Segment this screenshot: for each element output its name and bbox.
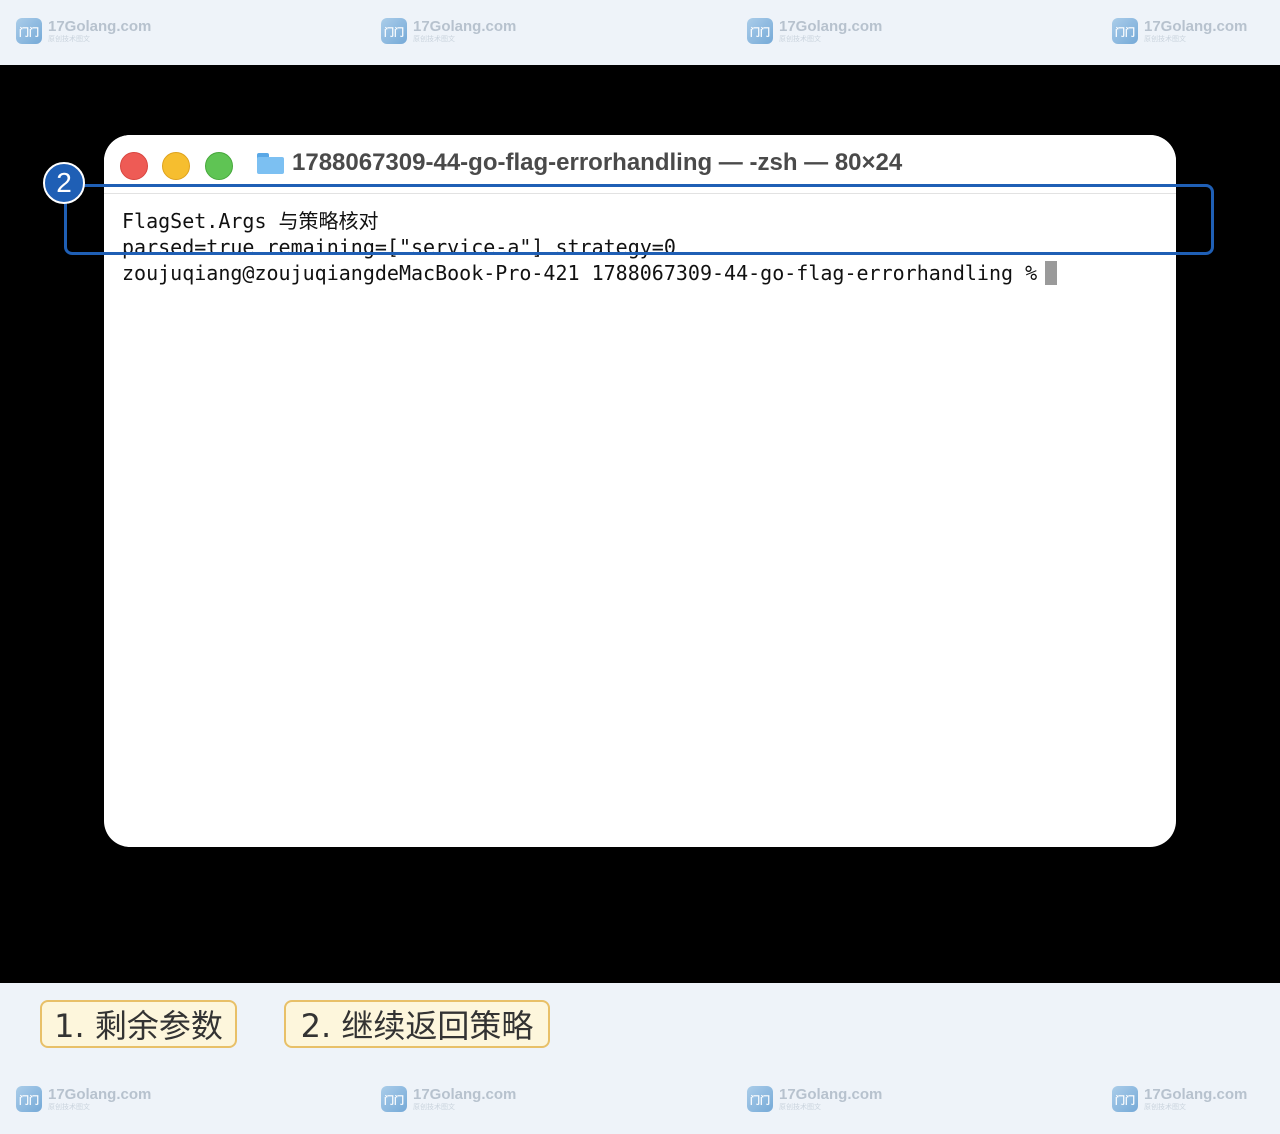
annotation-highlight-box (64, 184, 1214, 255)
window-title: 1788067309-44-go-flag-errorhandling — -z… (292, 149, 903, 176)
watermark-tagline: 原创技术图文 (779, 35, 821, 43)
watermark-name: 17Golang.com (48, 18, 152, 35)
watermark-tagline: 原创技术图文 (1144, 1103, 1186, 1111)
watermark: 门门 17Golang.com 原创技术图文 (1112, 1086, 1247, 1112)
watermark-bar-top: 门门 17Golang.com 原创技术图文 门门 17Golang.com 原创技… (0, 0, 1280, 65)
watermark-name: 17Golang.com (779, 1086, 883, 1103)
watermark-logo-icon: 门门 (16, 18, 42, 44)
watermark-logo-icon: 门门 (747, 1086, 773, 1112)
watermark: 门门 17Golang.com 原创技术图文 (16, 18, 151, 44)
watermark-tagline: 原创技术图文 (48, 35, 90, 43)
watermark: 门门 17Golang.com 原创技术图文 (747, 1086, 882, 1112)
watermark-tagline: 原创技术图文 (413, 1103, 455, 1111)
watermark: 门门 17Golang.com 原创技术图文 (747, 18, 882, 44)
screenshot-stage: 1788067309-44-go-flag-errorhandling — -z… (0, 65, 1280, 983)
watermark-logo-icon: 门门 (1112, 18, 1138, 44)
text-cursor (1045, 261, 1058, 285)
watermark-logo-icon: 门门 (1112, 1086, 1138, 1112)
watermark: 门门 17Golang.com 原创技术图文 (16, 1086, 151, 1112)
watermark-name: 17Golang.com (48, 1086, 152, 1103)
minimize-window-button[interactable] (162, 152, 190, 180)
watermark-logo-icon: 门门 (747, 18, 773, 44)
watermark-name: 17Golang.com (413, 18, 517, 35)
watermark-logo-icon: 门门 (381, 18, 407, 44)
step-label: 2. 继续返回策略 (284, 1000, 550, 1048)
folder-icon (257, 153, 284, 174)
watermark-name: 17Golang.com (1144, 1086, 1248, 1103)
watermark: 门门 17Golang.com 原创技术图文 (381, 18, 516, 44)
close-window-button[interactable] (120, 152, 148, 180)
terminal-prompt-line: zoujuqiang@zoujuqiangdeMacBook-Pro-421 1… (122, 260, 1058, 286)
shell-prompt: zoujuqiang@zoujuqiangdeMacBook-Pro-421 1… (122, 261, 1038, 285)
zoom-window-button[interactable] (205, 152, 233, 180)
step-label: 1. 剩余参数 (40, 1000, 237, 1048)
watermark: 门门 17Golang.com 原创技术图文 (1112, 18, 1247, 44)
watermark-name: 17Golang.com (779, 18, 883, 35)
watermark-name: 17Golang.com (413, 1086, 517, 1103)
watermark-logo-icon: 门门 (16, 1086, 42, 1112)
watermark-tagline: 原创技术图文 (48, 1103, 90, 1111)
watermark-logo-icon: 门门 (381, 1086, 407, 1112)
watermark-tagline: 原创技术图文 (413, 35, 455, 43)
watermark-bar-bottom: 门门 17Golang.com 原创技术图文 门门 17Golang.com 原创技… (0, 1072, 1280, 1134)
watermark-tagline: 原创技术图文 (779, 1103, 821, 1111)
watermark-name: 17Golang.com (1144, 18, 1248, 35)
watermark: 门门 17Golang.com 原创技术图文 (381, 1086, 516, 1112)
step-number-badge: 2 (43, 162, 85, 204)
step-labels: 1. 剩余参数 2. 继续返回策略 (0, 983, 1280, 1072)
watermark-tagline: 原创技术图文 (1144, 35, 1186, 43)
